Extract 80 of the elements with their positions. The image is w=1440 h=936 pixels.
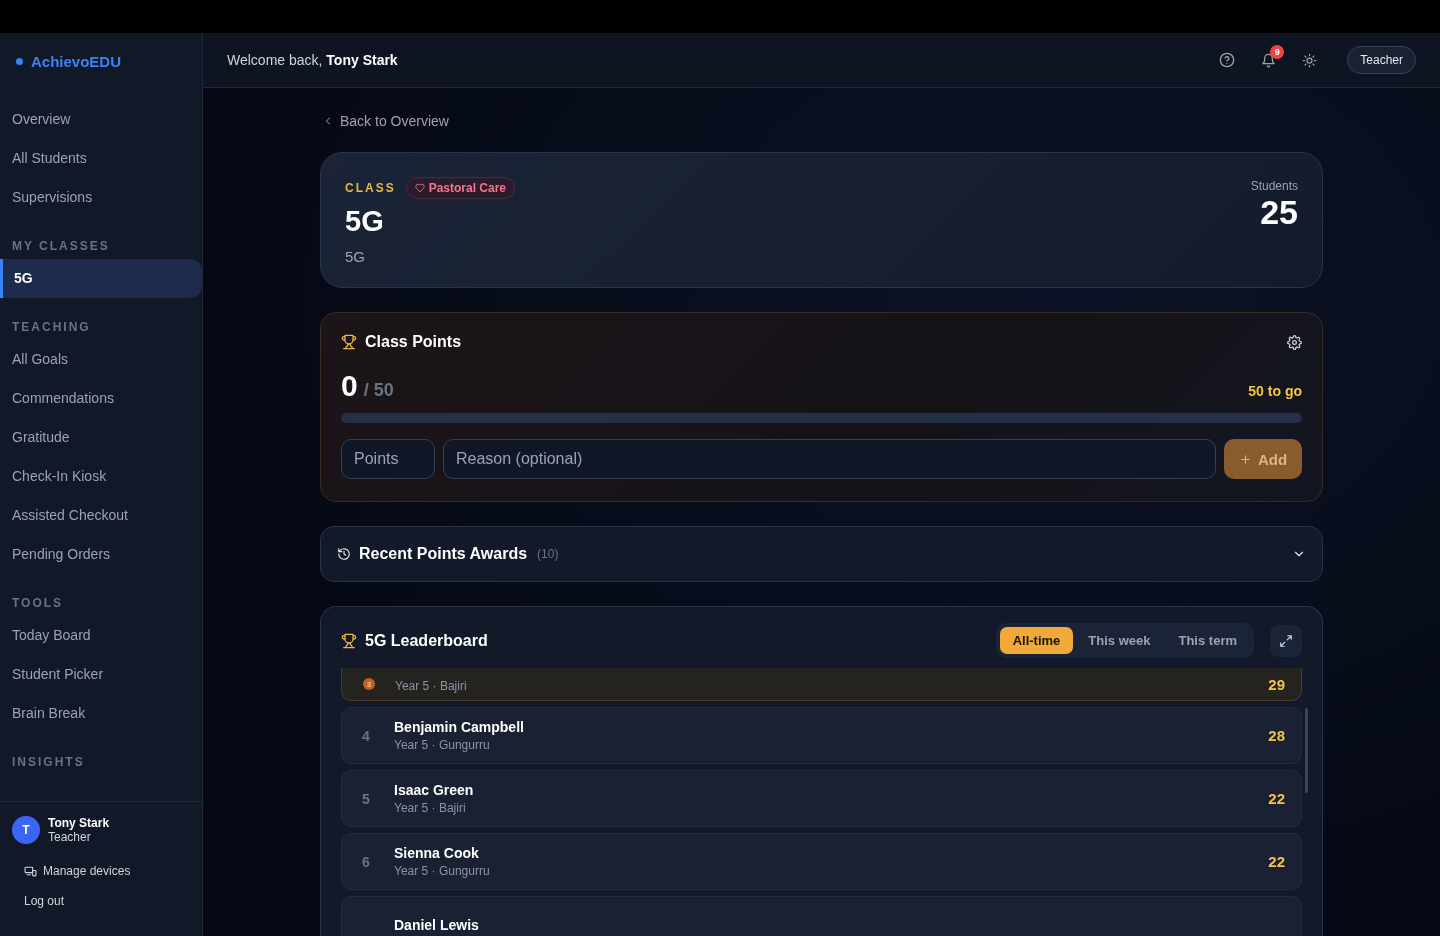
medal-icon: 3 bbox=[363, 678, 375, 690]
user-role: Teacher bbox=[48, 830, 92, 844]
student-meta: Year 5 · Gungurru bbox=[394, 738, 491, 752]
points-score: 22 bbox=[1268, 790, 1285, 807]
role-button[interactable]: Teacher bbox=[1347, 46, 1416, 74]
panel-title: Recent Points Awards bbox=[359, 545, 528, 563]
rank-number: 6 bbox=[362, 853, 371, 870]
sidebar-item[interactable]: Today Board bbox=[0, 616, 202, 655]
class-name: 5G bbox=[345, 205, 385, 238]
sidebar-item[interactable]: All Goals bbox=[0, 340, 202, 379]
trophy-icon bbox=[341, 334, 357, 350]
heart-icon bbox=[414, 183, 425, 193]
period-tab[interactable]: All-time bbox=[999, 627, 1074, 654]
pastoral-tag: Pastoral Care bbox=[405, 177, 516, 199]
sidebar-item[interactable]: Commendations bbox=[0, 379, 202, 418]
points-target: / 50 bbox=[363, 380, 394, 401]
points-current: 0 bbox=[341, 369, 358, 403]
points-score: 29 bbox=[1268, 675, 1285, 693]
leaderboard-row[interactable]: 6 Sienna Cook Year 5 · Gungurru 22 bbox=[341, 833, 1302, 890]
points-score: 28 bbox=[1268, 727, 1285, 744]
period-tab[interactable]: This week bbox=[1075, 627, 1164, 654]
award-count: (10) bbox=[537, 547, 559, 561]
sidebar-item[interactable]: Brain Break bbox=[0, 694, 202, 733]
settings-icon[interactable] bbox=[1287, 334, 1302, 350]
section-heading: INSIGHTS bbox=[11, 755, 86, 769]
plus-icon bbox=[1238, 452, 1252, 466]
rank-number: 5 bbox=[362, 790, 371, 807]
leaderboard-row[interactable]: 5 Isaac Green Year 5 · Bajiri 22 bbox=[341, 770, 1302, 827]
history-icon bbox=[337, 547, 351, 561]
points-score: 22 bbox=[1268, 853, 1285, 870]
bell-icon[interactable] bbox=[1261, 52, 1277, 68]
stat-label: Students bbox=[1250, 179, 1298, 193]
stat-value: 25 bbox=[1259, 193, 1298, 232]
leaderboard-row[interactable]: 4 Benjamin Campbell Year 5 · Gungurru 28 bbox=[341, 707, 1302, 764]
period-tab[interactable]: This term bbox=[1165, 627, 1250, 654]
scrollbar[interactable] bbox=[1305, 708, 1308, 793]
card-title: 5G Leaderboard bbox=[365, 631, 488, 650]
sidebar-item[interactable]: Overview bbox=[0, 100, 202, 139]
student-name: Isaac Green bbox=[394, 782, 475, 798]
sidebar-item[interactable]: 5G bbox=[0, 259, 202, 298]
back-link[interactable]: Back to Overview bbox=[340, 113, 449, 129]
section-heading: TEACHING bbox=[11, 320, 92, 334]
class-label: CLASS bbox=[345, 181, 396, 195]
sun-icon[interactable] bbox=[1302, 52, 1318, 68]
sidebar-item[interactable]: Check-In Kiosk bbox=[0, 457, 202, 496]
footer-link[interactable]: Log out bbox=[24, 894, 65, 908]
logo-dot-icon bbox=[16, 58, 23, 65]
trophy-icon bbox=[341, 632, 357, 649]
section-heading: TOOLS bbox=[11, 596, 65, 610]
student-name: Sienna Cook bbox=[394, 845, 480, 861]
help-icon[interactable] bbox=[1219, 52, 1236, 68]
user-name: Tony Stark bbox=[48, 816, 110, 830]
sidebar-item[interactable]: All Students bbox=[0, 139, 202, 178]
user-avatar: T bbox=[12, 816, 40, 844]
expand-button[interactable] bbox=[1270, 624, 1302, 657]
expand-icon bbox=[1279, 633, 1293, 648]
student-name: Daniel Lewis bbox=[394, 916, 480, 933]
recent-awards-panel[interactable]: Recent Points Awards (10) bbox=[320, 526, 1323, 582]
notification-badge: 9 bbox=[1270, 44, 1285, 59]
student-name: Benjamin Campbell bbox=[394, 719, 525, 735]
student-meta: Year 5 · Bajiri bbox=[395, 678, 468, 693]
leaderboard-row[interactable]: Daniel Lewis bbox=[341, 896, 1302, 936]
student-meta: Year 5 · Gungurru bbox=[394, 864, 491, 878]
student-meta: Year 5 · Bajiri bbox=[394, 801, 467, 815]
points-field[interactable]: Points bbox=[341, 439, 435, 479]
sidebar-item[interactable]: Gratitude bbox=[0, 418, 202, 457]
points-remaining: 50 to go bbox=[1248, 383, 1302, 399]
card-title: Class Points bbox=[365, 333, 462, 351]
reason-field[interactable]: Reason (optional) bbox=[443, 439, 1216, 479]
class-subtitle: 5G bbox=[345, 248, 366, 265]
sidebar-item[interactable]: Supervisions bbox=[0, 178, 202, 217]
welcome-text: Welcome back, Tony Stark bbox=[227, 52, 399, 68]
brand-logo[interactable]: AchievoEDU bbox=[31, 53, 122, 70]
sidebar-item[interactable]: Assisted Checkout bbox=[0, 496, 202, 535]
footer-link[interactable]: Manage devices bbox=[43, 864, 131, 878]
sidebar-item[interactable]: Pending Orders bbox=[0, 535, 202, 574]
section-heading: MY CLASSES bbox=[11, 239, 111, 253]
rank-number: 4 bbox=[362, 727, 371, 744]
devices-icon bbox=[24, 864, 37, 878]
sidebar-item[interactable]: Student Picker bbox=[0, 655, 202, 694]
